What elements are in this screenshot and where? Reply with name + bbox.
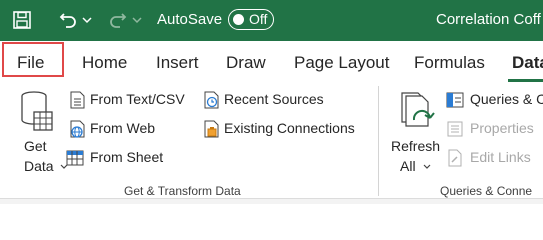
text-file-icon [70, 91, 85, 109]
recent-sources-button[interactable]: Recent Sources [200, 90, 340, 110]
ribbon-tabs: File Home Insert Draw Page Layout Formul… [0, 41, 543, 84]
edit-links-label: Edit Links [470, 149, 531, 165]
database-table-icon [21, 91, 53, 131]
existing-connections-label: Existing Connections [224, 120, 355, 136]
edit-links-icon [448, 149, 462, 167]
queries-label: Queries & C [470, 91, 543, 107]
get-data-line2: Data [24, 158, 54, 174]
properties-label: Properties [470, 120, 534, 136]
queries-connections-button[interactable]: Queries & C [446, 90, 543, 110]
ribbon-bottom-border [0, 198, 543, 204]
tab-insert[interactable]: Insert [156, 53, 199, 73]
tab-data[interactable]: Data [512, 53, 543, 73]
properties-icon [447, 121, 463, 137]
refresh-line2: All [400, 158, 416, 174]
get-data-button[interactable]: Get Data [10, 88, 68, 174]
from-text-csv-label: From Text/CSV [90, 91, 185, 107]
queries-pane-icon [446, 92, 464, 108]
from-web-label: From Web [90, 120, 156, 136]
ribbon-data: Get Data From Text/CSV From Web From She… [0, 84, 543, 198]
tab-home[interactable]: Home [82, 53, 127, 73]
group-separator [378, 86, 379, 196]
refresh-all-button[interactable]: Refresh All [388, 88, 444, 174]
undo-dropdown-icon[interactable] [80, 8, 94, 32]
recent-sources-label: Recent Sources [224, 91, 324, 107]
from-sheet-button[interactable]: From Sheet [66, 148, 196, 168]
group-label-get-transform: Get & Transform Data [124, 184, 241, 198]
from-text-csv-button[interactable]: From Text/CSV [66, 90, 196, 110]
chevron-down-icon [423, 164, 431, 169]
refresh-icon [401, 92, 435, 127]
tab-draw[interactable]: Draw [226, 53, 266, 73]
get-data-line1: Get [24, 138, 47, 154]
recent-sources-icon [204, 91, 219, 109]
refresh-line1: Refresh [391, 138, 441, 154]
from-sheet-label: From Sheet [90, 149, 164, 165]
existing-connections-icon [204, 120, 219, 138]
autosave-label: AutoSave [157, 11, 223, 28]
toggle-knob [233, 13, 244, 25]
active-tab-underline [508, 79, 543, 82]
tab-page-layout[interactable]: Page Layout [294, 53, 389, 73]
autosave-state: Off [249, 11, 268, 27]
group-label-queries: Queries & Conne [440, 184, 533, 198]
redo-icon[interactable] [106, 8, 130, 32]
redo-dropdown-icon[interactable] [130, 8, 144, 32]
autosave-toggle[interactable]: Off [228, 9, 274, 30]
document-title: Correlation Coff [436, 11, 541, 28]
table-icon [66, 150, 84, 166]
from-web-button[interactable]: From Web [66, 119, 196, 139]
title-bar: AutoSave Off Correlation Coff [0, 0, 543, 41]
web-page-icon [70, 120, 85, 138]
properties-button[interactable]: Properties [446, 119, 543, 139]
edit-links-button[interactable]: Edit Links [446, 148, 543, 168]
tab-formulas[interactable]: Formulas [414, 53, 485, 73]
undo-icon[interactable] [56, 8, 80, 32]
save-icon[interactable] [10, 8, 34, 32]
tab-file[interactable]: File [17, 53, 44, 73]
existing-connections-button[interactable]: Existing Connections [200, 119, 370, 139]
